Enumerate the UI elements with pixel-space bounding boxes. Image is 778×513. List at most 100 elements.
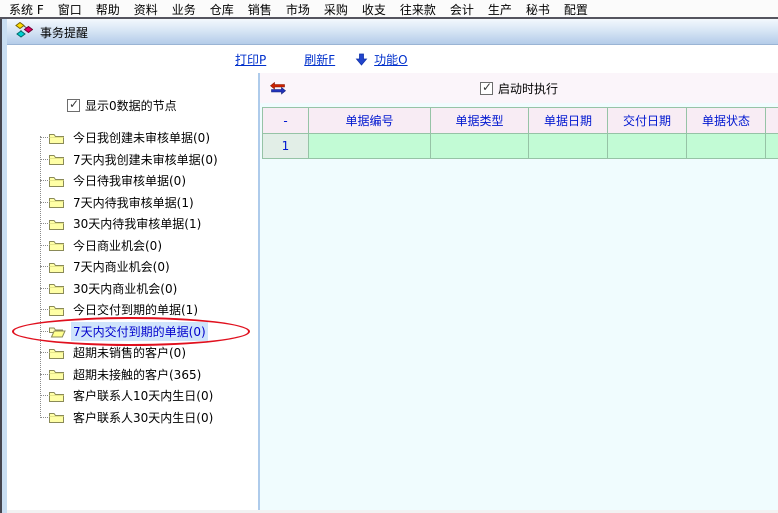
folder-icon: [48, 281, 66, 296]
reminder-tree: 今日我创建未审核单据(0) 7天内我创建未审核单据(0) 今日待我审核单据(0) 7天…: [7, 127, 258, 428]
show-zero-checkbox[interactable]: 显示0数据的节点: [67, 97, 258, 114]
tree-item[interactable]: 客户联系人10天内生日(0): [7, 385, 258, 407]
tree-connector: [40, 374, 48, 375]
menu-item[interactable]: 生产: [481, 0, 519, 18]
menu-item[interactable]: 配置: [557, 0, 595, 18]
app-window: 系统 F窗口帮助资料业务仓库销售市场采购收支往来款会计生产秘书配置 事务提醒 打…: [0, 0, 778, 513]
table-cell[interactable]: [431, 134, 529, 159]
menu-item[interactable]: 销售: [241, 0, 279, 18]
menu-item[interactable]: 业务: [165, 0, 203, 18]
tree-item-label: 客户联系人30天内生日(0): [71, 408, 215, 427]
tree-item-label: 30天内待我审核单据(1): [71, 214, 203, 233]
detail-toolbar: 启动时执行: [260, 73, 778, 103]
open-folder-icon: [48, 324, 66, 339]
tree-connector: [40, 395, 48, 396]
folder-icon: [48, 410, 66, 425]
startup-checkbox[interactable]: 启动时执行: [480, 80, 558, 97]
tree-item[interactable]: 今日交付到期的单据(1): [7, 299, 258, 321]
tree-item-label: 超期未销售的客户(0): [71, 343, 188, 362]
checkbox-icon[interactable]: [67, 99, 80, 112]
menu-item[interactable]: 往来款: [393, 0, 443, 18]
tree-item-label: 超期未接触的客户(365): [71, 365, 203, 384]
tree-item[interactable]: 今日待我审核单据(0): [7, 170, 258, 192]
workflow-diamonds-icon: [15, 22, 33, 41]
tree-item-label: 30天内商业机会(0): [71, 279, 179, 298]
tree-connector: [40, 288, 48, 289]
menu-item[interactable]: 帮助: [89, 0, 127, 18]
folder-icon: [48, 130, 66, 145]
menu-item[interactable]: 收支: [355, 0, 393, 18]
row-number-cell[interactable]: 1: [263, 134, 309, 159]
table-body: 1: [263, 134, 778, 159]
table-cell[interactable]: [608, 134, 687, 159]
tree-item[interactable]: 30天内商业机会(0): [7, 278, 258, 300]
page-title: 事务提醒: [40, 23, 88, 41]
table-cell[interactable]: [529, 134, 608, 159]
column-header[interactable]: 交付日期: [608, 108, 687, 134]
table-cell[interactable]: [687, 134, 766, 159]
tree-connector: [40, 180, 48, 181]
documents-table: -单据编号单据类型单据日期交付日期单据状态 1: [262, 107, 778, 159]
menu-item[interactable]: 秘书: [519, 0, 557, 18]
checkbox-icon[interactable]: [480, 82, 493, 95]
tree-item[interactable]: 超期未接触的客户(365): [7, 364, 258, 386]
table-row: 1: [263, 134, 778, 159]
down-arrow-icon[interactable]: [355, 53, 368, 66]
table-cell[interactable]: [309, 134, 431, 159]
tree-item-label: 7天内我创建未审核单据(0): [71, 150, 220, 169]
menu-item[interactable]: 资料: [127, 0, 165, 18]
folder-icon: [48, 302, 66, 317]
tree-item[interactable]: 7天内商业机会(0): [7, 256, 258, 278]
menu-item[interactable]: 市场: [279, 0, 317, 18]
toolbar: 打印P 刷新F 功能O: [7, 45, 778, 73]
tree-item[interactable]: 客户联系人30天内生日(0): [7, 407, 258, 429]
tree-connector: [40, 137, 48, 138]
content-area: 显示0数据的节点 今日我创建未审核单据(0) 7天内我创建未审核单据(0) 今日待我…: [7, 73, 778, 513]
tree-connector: [40, 352, 48, 353]
functions-link[interactable]: 功能O: [374, 51, 407, 68]
tree-item-label: 客户联系人10天内生日(0): [71, 386, 215, 405]
startup-label: 启动时执行: [498, 80, 558, 97]
column-header[interactable]: [766, 108, 778, 134]
tree-item[interactable]: 7天内待我审核单据(1): [7, 192, 258, 214]
table-cell[interactable]: [766, 134, 778, 159]
detail-panel: 启动时执行 -单据编号单据类型单据日期交付日期单据状态 1: [260, 73, 778, 510]
column-header[interactable]: 单据状态: [687, 108, 766, 134]
table-header-row: -单据编号单据类型单据日期交付日期单据状态: [263, 108, 778, 134]
tree-connector: [40, 159, 48, 160]
menu-item[interactable]: 采购: [317, 0, 355, 18]
tree-connector: [40, 417, 48, 418]
tree-connector: [40, 245, 48, 246]
tree-item-label: 今日商业机会(0): [71, 236, 164, 255]
tree-connector: [40, 202, 48, 203]
menu-item[interactable]: 系统 F: [2, 0, 51, 18]
app-frame-inner: 事务提醒 打印P 刷新F 功能O 显示0数据的节点: [2, 19, 778, 513]
swap-arrows-icon[interactable]: [270, 82, 286, 95]
column-header[interactable]: 单据类型: [431, 108, 529, 134]
folder-icon: [48, 216, 66, 231]
app-frame: 事务提醒 打印P 刷新F 功能O 显示0数据的节点: [0, 19, 778, 513]
refresh-link[interactable]: 刷新F: [304, 51, 335, 68]
print-link[interactable]: 打印P: [235, 51, 266, 68]
column-header[interactable]: 单据编号: [309, 108, 431, 134]
tree-item[interactable]: 30天内待我审核单据(1): [7, 213, 258, 235]
tree-item[interactable]: 今日商业机会(0): [7, 235, 258, 257]
row-selector-header[interactable]: -: [263, 108, 309, 134]
tree-item-label: 7天内交付到期的单据(0): [71, 322, 208, 341]
tree-connector: [40, 266, 48, 267]
tree-item-label: 7天内商业机会(0): [71, 257, 172, 276]
tree-item-label: 今日待我审核单据(0): [71, 171, 188, 190]
menu-item[interactable]: 窗口: [51, 0, 89, 18]
tree-item[interactable]: 7天内我创建未审核单据(0): [7, 149, 258, 171]
tree-item[interactable]: 今日我创建未审核单据(0): [7, 127, 258, 149]
column-header[interactable]: 单据日期: [529, 108, 608, 134]
folder-icon: [48, 195, 66, 210]
folder-icon: [48, 367, 66, 382]
tree-item[interactable]: 7天内交付到期的单据(0): [7, 321, 258, 343]
tree-item[interactable]: 超期未销售的客户(0): [7, 342, 258, 364]
menu-item[interactable]: 会计: [443, 0, 481, 18]
menu-item[interactable]: 仓库: [203, 0, 241, 18]
tree-item-label: 今日我创建未审核单据(0): [71, 128, 212, 147]
title-bar: 事务提醒: [7, 19, 778, 45]
folder-icon: [48, 152, 66, 167]
